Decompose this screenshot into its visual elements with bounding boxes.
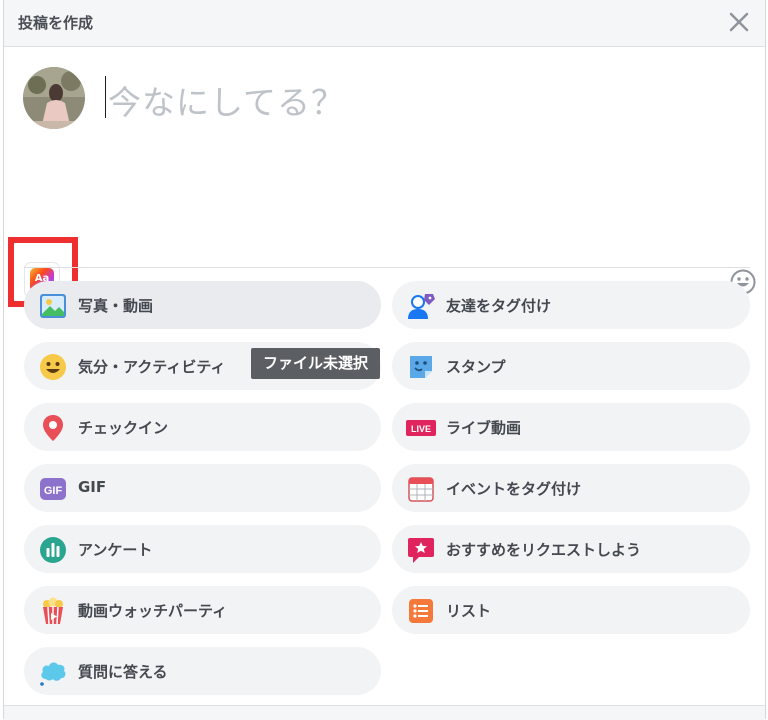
gif-icon: GIF xyxy=(40,478,66,500)
option-label: 質問に答える xyxy=(78,663,168,681)
option-label: アンケート xyxy=(78,541,153,559)
live-video-option[interactable]: LIVE ライブ動画 xyxy=(392,403,750,451)
divider xyxy=(24,267,750,268)
close-icon xyxy=(729,12,749,32)
dialog-header: 投稿を作成 xyxy=(4,0,765,47)
speech-cloud-icon xyxy=(40,662,66,686)
option-label: イベントをタグ付け xyxy=(446,480,582,498)
poll-chart-icon xyxy=(40,537,66,563)
photo-video-option[interactable]: 写真・動画 xyxy=(24,281,381,329)
option-label: 写真・動画 xyxy=(78,297,154,315)
smiley-face-icon xyxy=(40,354,66,380)
recommendation-star-icon xyxy=(408,538,434,563)
option-label: GIF xyxy=(78,478,107,496)
tag-friend-icon xyxy=(408,294,435,319)
ask-recommendations-option[interactable]: おすすめをリクエストしよう xyxy=(392,525,750,573)
sticker-icon xyxy=(410,356,432,378)
svg-text:GIF: GIF xyxy=(44,485,63,497)
avatar xyxy=(23,67,85,129)
composer-area: 今なにしてる？ Aa xyxy=(4,47,765,307)
watch-party-option[interactable]: 動画ウォッチパーティ xyxy=(24,586,381,634)
create-post-dialog: 投稿を作成 今なにしてる？ Aa 写真・動画 気分・アクティビティ チェックイン… xyxy=(3,0,766,720)
tag-friends-option[interactable]: 友達をタグ付け xyxy=(392,281,750,329)
option-label: おすすめをリクエストしよう xyxy=(446,541,642,559)
location-pin-icon xyxy=(43,415,63,441)
option-label: ライブ動画 xyxy=(446,419,522,437)
option-label: 動画ウォッチパーティ xyxy=(78,602,228,620)
text-caret xyxy=(105,76,106,118)
file-tooltip: ファイル未選択 xyxy=(251,348,381,379)
tag-event-option[interactable]: イベントをタグ付け xyxy=(392,464,750,512)
live-badge-icon: LIVE xyxy=(406,420,436,436)
sticker-option[interactable]: スタンプ xyxy=(392,342,750,390)
calendar-icon xyxy=(408,477,434,502)
svg-text:LIVE: LIVE xyxy=(411,424,431,434)
option-label: リスト xyxy=(446,602,492,620)
option-label: 友達をタグ付け xyxy=(446,297,552,315)
poll-option[interactable]: アンケート xyxy=(24,525,381,573)
gif-option[interactable]: GIF GIF xyxy=(24,464,381,512)
option-label: 気分・アクティビティ xyxy=(78,358,226,376)
answer-question-option[interactable]: 質問に答える xyxy=(24,647,381,695)
list-option[interactable]: リスト xyxy=(392,586,750,634)
popcorn-icon xyxy=(43,597,63,625)
dialog-title: 投稿を作成 xyxy=(18,14,94,32)
list-icon xyxy=(409,599,433,623)
post-text-input[interactable]: 今なにしてる？ xyxy=(108,76,345,124)
check-in-option[interactable]: チェックイン xyxy=(24,403,381,451)
close-button[interactable] xyxy=(725,8,753,36)
dialog-footer xyxy=(4,705,765,720)
option-label: チェックイン xyxy=(78,419,169,437)
photo-icon xyxy=(40,294,66,318)
option-label: スタンプ xyxy=(446,358,506,376)
